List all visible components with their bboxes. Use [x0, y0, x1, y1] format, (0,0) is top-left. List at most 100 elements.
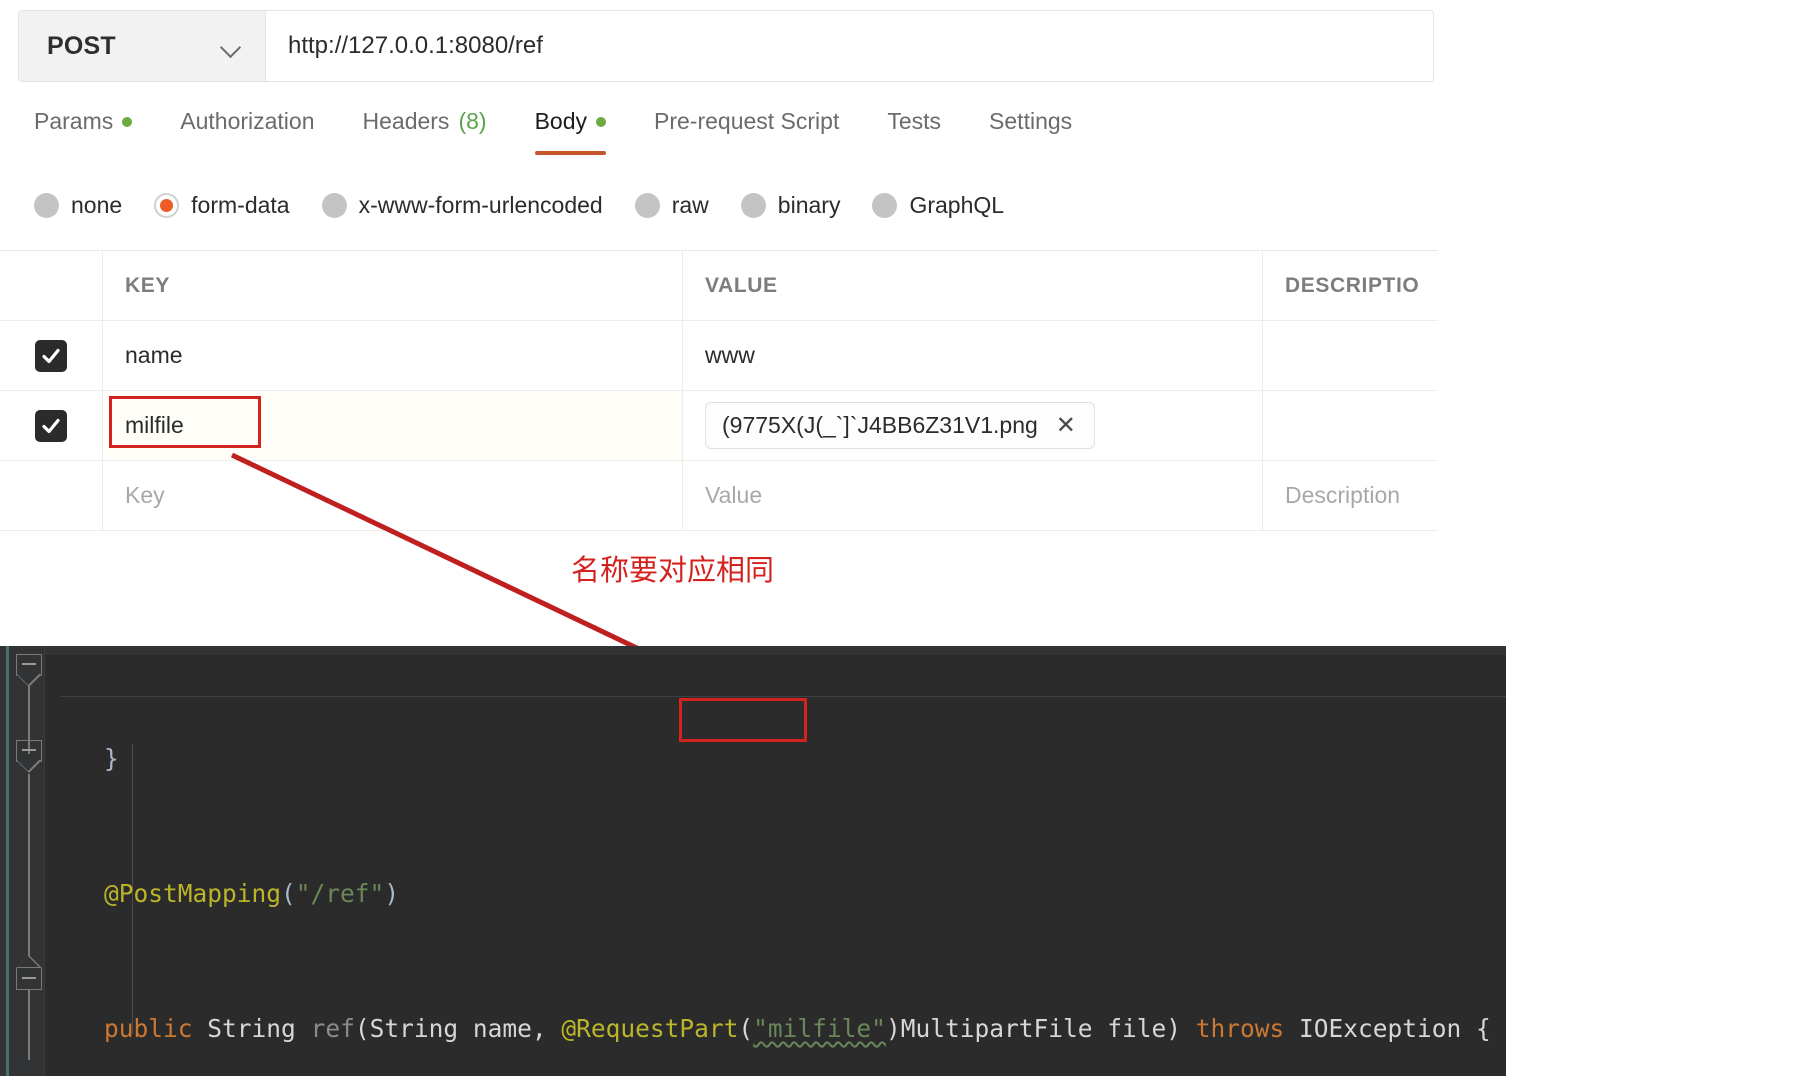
code-editor-panel: } @PostMapping("/ref") public String ref…: [0, 646, 1506, 1076]
table-row[interactable]: name www: [0, 321, 1438, 391]
placeholder-value-text: Value: [705, 482, 763, 508]
radio-selected-icon[interactable]: [154, 193, 180, 218]
row-key-cell[interactable]: name: [103, 321, 683, 390]
tab-body-label: Body: [534, 108, 587, 134]
tab-pre-request-script-label: Pre-request Script: [654, 108, 840, 134]
token-ioexception: IOException {: [1299, 1014, 1491, 1043]
body-type-radio-group: none form-data x-www-form-urlencoded raw…: [34, 192, 1036, 219]
url-input[interactable]: http://127.0.0.1:8080/ref: [266, 11, 1433, 81]
fold-connector-line: [28, 774, 30, 964]
body-type-none[interactable]: none: [34, 192, 122, 219]
row-checkbox-cell: [0, 321, 103, 390]
placeholder-description-cell[interactable]: Description: [1263, 461, 1438, 530]
row-description-cell[interactable]: [1263, 391, 1438, 460]
tab-headers-label: Headers: [362, 108, 450, 134]
tab-settings-label: Settings: [989, 108, 1073, 134]
placeholder-value-cell[interactable]: Value: [683, 461, 1263, 530]
body-type-x-www-form-urlencoded[interactable]: x-www-form-urlencoded: [321, 192, 603, 219]
row-value-cell[interactable]: (9775X(J(_`]`J4BB6Z31V1.png ✕: [683, 391, 1263, 460]
request-tabs: Params Authorization Headers (8) Body Pr…: [34, 108, 1120, 155]
tab-settings[interactable]: Settings: [989, 108, 1100, 155]
placeholder-checkbox-cell: [0, 461, 103, 530]
fold-collapse-icon[interactable]: [16, 955, 42, 990]
body-type-form-data-label: form-data: [191, 192, 290, 218]
column-header-key: KEY: [125, 273, 170, 297]
table-placeholder-row[interactable]: Key Value Description: [0, 461, 1438, 531]
postman-request-panel: POST http://127.0.0.1:8080/ref Params Au…: [0, 0, 1438, 640]
tab-headers[interactable]: Headers (8): [363, 108, 515, 155]
token-param-name: String name,: [369, 1014, 547, 1043]
body-type-x-www-form-urlencoded-label: x-www-form-urlencoded: [358, 192, 603, 218]
token-ref-path: "/ref": [295, 879, 385, 908]
tab-headers-count: (8): [458, 108, 487, 134]
code-line-2: @PostMapping("/ref"): [104, 879, 400, 908]
close-icon[interactable]: ✕: [1056, 413, 1076, 438]
tab-params-label: Params: [34, 108, 114, 134]
http-method-label: POST: [47, 31, 116, 60]
body-type-binary[interactable]: binary: [740, 192, 841, 219]
token-request-part: @RequestPart: [561, 1014, 739, 1043]
screenshot-root: POST http://127.0.0.1:8080/ref Params Au…: [0, 0, 1802, 1076]
status-dot-icon: [596, 116, 606, 127]
code-line-3: public String ref(String name, @RequestP…: [104, 1014, 1491, 1043]
placeholder-description-text: Description: [1285, 482, 1401, 508]
file-name-text: (9775X(J(_`]`J4BB6Z31V1.png: [722, 412, 1038, 438]
column-header-value: VALUE: [705, 273, 778, 297]
checkbox-checked-icon[interactable]: [35, 339, 67, 372]
fold-collapse-icon[interactable]: [16, 740, 42, 773]
body-type-graphql-label: GraphQL: [909, 192, 1005, 218]
radio-icon[interactable]: [740, 193, 766, 218]
token-multipart: MultipartFile file): [900, 1014, 1181, 1043]
token-throws: throws: [1195, 1014, 1285, 1043]
table-header-row: KEY VALUE DESCRIPTIO: [0, 251, 1438, 321]
body-type-graphql[interactable]: GraphQL: [872, 192, 1004, 219]
checkbox-checked-icon[interactable]: [35, 409, 67, 442]
body-type-form-data[interactable]: form-data: [154, 192, 290, 219]
status-dot-icon: [122, 116, 133, 127]
http-method-select[interactable]: POST: [19, 11, 266, 81]
radio-icon[interactable]: [872, 193, 898, 218]
body-type-raw-label: raw: [671, 192, 709, 218]
row-description-cell[interactable]: [1263, 321, 1438, 390]
tab-authorization-label: Authorization: [180, 108, 315, 134]
token-public: public: [104, 1014, 193, 1043]
token-string-type: String: [207, 1014, 296, 1043]
file-chip[interactable]: (9775X(J(_`]`J4BB6Z31V1.png ✕: [705, 402, 1095, 449]
placeholder-key-cell[interactable]: Key: [103, 461, 683, 530]
url-bar: POST http://127.0.0.1:8080/ref: [18, 10, 1434, 82]
tab-body[interactable]: Body: [534, 108, 634, 155]
body-type-none-label: none: [71, 192, 123, 218]
row-checkbox-cell: [0, 391, 103, 460]
header-checkbox-cell: [0, 251, 103, 320]
column-header-description: DESCRIPTIO: [1285, 273, 1420, 297]
row-key-text: name: [125, 342, 183, 368]
token-milfile-literal: "milfile": [753, 1014, 886, 1043]
row-value-cell[interactable]: www: [683, 321, 1263, 390]
tab-tests[interactable]: Tests: [887, 108, 969, 155]
editor-gutter[interactable]: [0, 646, 45, 1076]
token-post-mapping: @PostMapping: [104, 879, 282, 908]
row-value-text: www: [705, 342, 755, 368]
table-row[interactable]: milfile (9775X(J(_`]`J4BB6Z31V1.png ✕: [0, 391, 1438, 461]
token-method-ref: ref: [310, 1014, 355, 1043]
fold-connector-line: [28, 990, 30, 1060]
row-key-cell[interactable]: milfile: [103, 391, 683, 460]
form-data-table: KEY VALUE DESCRIPTIO name www milfile (9…: [0, 250, 1438, 531]
body-type-raw[interactable]: raw: [634, 192, 709, 219]
row-key-text: milfile: [125, 412, 184, 438]
gutter-accent-bar: [6, 646, 9, 1076]
code-line-1: }: [45, 744, 119, 773]
code-content[interactable]: } @PostMapping("/ref") public String ref…: [45, 646, 1506, 1076]
tab-params[interactable]: Params: [34, 108, 160, 155]
placeholder-key-text: Key: [125, 482, 165, 508]
radio-icon[interactable]: [321, 193, 347, 218]
chevron-down-icon: [221, 36, 241, 56]
radio-icon[interactable]: [34, 193, 59, 218]
radio-icon[interactable]: [634, 193, 660, 218]
fold-collapse-icon[interactable]: [16, 654, 42, 687]
body-type-binary-label: binary: [777, 192, 841, 218]
tab-tests-label: Tests: [887, 108, 942, 134]
annotation-label: 名称要对应相同: [571, 553, 775, 587]
tab-pre-request-script[interactable]: Pre-request Script: [654, 108, 867, 155]
tab-authorization[interactable]: Authorization: [180, 108, 342, 155]
